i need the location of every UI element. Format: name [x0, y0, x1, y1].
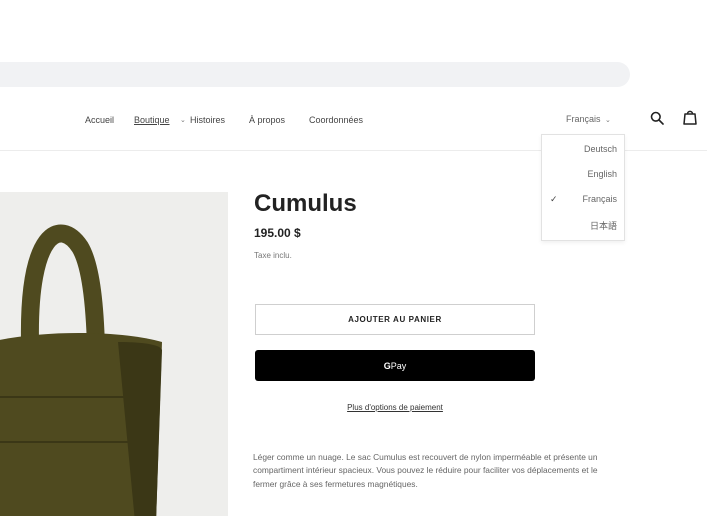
language-option-francais[interactable]: Français	[542, 194, 626, 204]
language-selector[interactable]: Français ⌄	[566, 114, 611, 124]
google-pay-button[interactable]: GPay	[255, 350, 535, 381]
more-payment-options-link[interactable]: Plus d'options de paiement	[255, 403, 535, 412]
product-price: 195.00 $	[254, 226, 301, 240]
address-bar[interactable]	[0, 62, 630, 87]
nav-link-histoires[interactable]: Histoires	[190, 115, 225, 125]
chevron-down-icon: ⌄	[180, 117, 186, 124]
search-icon[interactable]	[650, 111, 664, 125]
language-option-deutsch[interactable]: Deutsch	[542, 144, 626, 154]
nav-link-boutique[interactable]: Boutique	[134, 115, 170, 125]
add-to-cart-button[interactable]: AJOUTER AU PANIER	[255, 304, 535, 335]
language-option-japanese[interactable]: 日本語	[542, 219, 626, 232]
nav-link-boutique-label: Boutique	[134, 115, 170, 125]
product-title: Cumulus	[254, 190, 357, 217]
tote-bag-illustration	[0, 192, 228, 516]
product-image[interactable]	[0, 192, 228, 516]
language-selector-label: Français	[566, 114, 601, 124]
google-g-icon: G	[383, 360, 391, 371]
shopping-bag-icon[interactable]	[683, 109, 697, 125]
product-description: Léger comme un nuage. Le sac Cumulus est…	[253, 452, 598, 489]
language-dropdown: Deutsch English ✓ Français 日本語	[541, 134, 625, 241]
nav-link-a-propos[interactable]: À propos	[249, 115, 285, 125]
chevron-down-icon: ⌄	[605, 117, 611, 124]
nav-link-coordonnees[interactable]: Coordonnées	[309, 115, 363, 125]
language-option-english[interactable]: English	[542, 169, 626, 179]
browser-top-area	[0, 0, 707, 95]
tax-note: Taxe inclu.	[254, 251, 292, 260]
google-pay-label: Pay	[390, 360, 407, 371]
nav-link-accueil[interactable]: Accueil	[85, 115, 114, 125]
